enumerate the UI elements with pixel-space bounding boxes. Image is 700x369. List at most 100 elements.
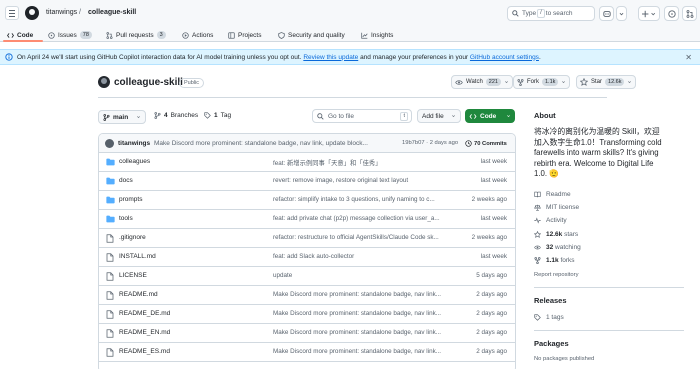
tab-label: Security and quality bbox=[288, 31, 345, 39]
banner-settings-link[interactable]: GitHub account settings bbox=[470, 54, 539, 61]
table-row[interactable]: colleagues feat: 新增示例同事「天意」和「佳秀」 last week bbox=[99, 153, 515, 172]
sidebar-divider bbox=[534, 330, 684, 331]
watch-button[interactable]: Watch 221 bbox=[451, 75, 513, 89]
menu-button[interactable] bbox=[5, 6, 19, 20]
file-commit-message[interactable]: update bbox=[273, 272, 451, 279]
tab-projects[interactable]: Projects bbox=[228, 29, 261, 41]
file-commit-message[interactable]: feat: add private chat (p2p) message col… bbox=[273, 215, 451, 222]
close-icon[interactable]: ✕ bbox=[685, 53, 692, 62]
file-commit-message[interactable]: Make Discord more prominent: standalone … bbox=[273, 329, 451, 336]
code-button[interactable]: Code bbox=[465, 109, 515, 123]
tab-insights[interactable]: Insights bbox=[361, 29, 393, 41]
stars-link[interactable]: 12.6k stars bbox=[534, 231, 578, 238]
license-link[interactable]: MIT license bbox=[534, 204, 579, 211]
go-to-file-input[interactable]: Go to file t bbox=[312, 109, 412, 123]
banner-text-end: . bbox=[538, 53, 541, 61]
pull-requests-button[interactable] bbox=[682, 6, 697, 21]
file-commit-message[interactable]: Make Discord more prominent: standalone … bbox=[273, 291, 451, 298]
issue-icon bbox=[48, 31, 55, 39]
table-row[interactable]: docs revert: remove image, restore origin… bbox=[99, 172, 515, 191]
file-icon bbox=[106, 253, 114, 262]
repo-title[interactable]: colleague-skill bbox=[114, 77, 183, 88]
forks-link[interactable]: 1.1k forks bbox=[534, 257, 575, 264]
search-input[interactable]: Type / to search bbox=[507, 6, 595, 21]
file-commit-message[interactable]: Make Discord more prominent: standalone … bbox=[273, 310, 451, 317]
breadcrumb-owner[interactable]: titanwings bbox=[46, 9, 77, 16]
table-row[interactable]: .gitignore refactor: restructure to offic… bbox=[99, 229, 515, 248]
file-commit-message[interactable]: refactor: simplify intake to 3 questions… bbox=[273, 196, 451, 203]
commits-link[interactable]: 70 Commits bbox=[465, 140, 507, 147]
chevron-down-icon bbox=[507, 115, 510, 118]
watchers-link[interactable]: 32 watching bbox=[534, 244, 581, 251]
table-row[interactable]: README.md Make Discord more prominent: st… bbox=[99, 286, 515, 305]
releases-tags-link[interactable]: 1 tags bbox=[534, 314, 564, 321]
file-name[interactable]: README_EN.md bbox=[119, 329, 170, 336]
table-row[interactable]: INSTALL.md feat: add Slack auto-collector… bbox=[99, 248, 515, 267]
about-heading: About bbox=[534, 111, 556, 120]
table-row[interactable]: tools feat: add private chat (p2p) messag… bbox=[99, 210, 515, 229]
report-repository-link[interactable]: Report repository bbox=[534, 272, 578, 278]
activity-link[interactable]: Activity bbox=[534, 217, 567, 224]
table-row[interactable]: README_EN.md Make Discord more prominent:… bbox=[99, 324, 515, 343]
file-name[interactable]: README_ES.md bbox=[119, 348, 170, 355]
file-commit-message[interactable]: refactor: restructure to official AgentS… bbox=[273, 234, 451, 241]
tags-label: Tag bbox=[220, 112, 232, 119]
file-commit-message[interactable]: revert: remove image, restore original t… bbox=[273, 177, 451, 184]
tab-pull-requests[interactable]: Pull requests 3 bbox=[106, 29, 166, 41]
branch-select[interactable]: main bbox=[98, 110, 146, 124]
table-row[interactable]: README_DE.md Make Discord more prominent:… bbox=[99, 305, 515, 324]
banner-review-link[interactable]: Review this update bbox=[303, 54, 358, 61]
table-row[interactable]: LICENSE update 5 days ago bbox=[99, 267, 515, 286]
commit-author-avatar[interactable] bbox=[105, 139, 114, 148]
file-name[interactable]: .gitignore bbox=[119, 234, 146, 241]
create-new-button[interactable] bbox=[638, 6, 660, 21]
commit-hash-date[interactable]: 19b7b07 · 2 days ago bbox=[402, 140, 458, 146]
github-logo-icon[interactable] bbox=[25, 6, 39, 20]
file-name[interactable]: README.md bbox=[119, 291, 158, 298]
file-name[interactable]: docs bbox=[119, 177, 133, 184]
readme-link[interactable]: Readme bbox=[534, 191, 571, 198]
file-name[interactable]: LICENSE bbox=[119, 272, 147, 279]
file-name[interactable]: tools bbox=[119, 215, 133, 222]
folder-icon bbox=[106, 177, 115, 187]
tab-label: Code bbox=[17, 31, 34, 39]
file-name[interactable]: README_DE.md bbox=[119, 310, 170, 317]
file-name[interactable]: INSTALL.md bbox=[119, 253, 156, 260]
commit-message[interactable]: Make Discord more prominent: standalone … bbox=[154, 140, 384, 147]
breadcrumb-repo[interactable]: colleague-skill bbox=[88, 9, 136, 16]
code-button-label: Code bbox=[480, 112, 497, 120]
add-file-button[interactable]: Add file bbox=[417, 109, 461, 123]
tab-security[interactable]: Security and quality bbox=[278, 29, 345, 41]
tab-issues[interactable]: Issues 78 bbox=[48, 29, 92, 41]
file-name[interactable]: colleagues bbox=[119, 158, 150, 165]
tags-link[interactable]: 1 Tag bbox=[204, 112, 231, 119]
copilot-button[interactable] bbox=[599, 6, 614, 21]
global-header: titanwings / colleague-skill Type / to s… bbox=[0, 0, 700, 26]
file-date: last week bbox=[480, 177, 507, 184]
releases-heading[interactable]: Releases bbox=[534, 296, 567, 305]
file-date: 2 days ago bbox=[476, 348, 507, 355]
branches-link[interactable]: 4 Branches bbox=[154, 112, 198, 119]
table-row[interactable]: README_ES.md Make Discord more prominent:… bbox=[99, 343, 515, 362]
owner-avatar[interactable] bbox=[98, 76, 110, 88]
hamburger-line bbox=[9, 16, 15, 17]
active-tab-indicator bbox=[3, 40, 43, 42]
star-button[interactable]: Star 12.6k bbox=[576, 75, 637, 89]
table-row[interactable]: prompts refactor: simplify intake to 3 qu… bbox=[99, 191, 515, 210]
file-commit-message[interactable]: Make Discord more prominent: standalone … bbox=[273, 348, 451, 355]
issues-button[interactable] bbox=[664, 6, 679, 21]
git-pull-request-icon bbox=[686, 10, 694, 18]
folder-icon bbox=[106, 196, 115, 206]
packages-empty-text: No packages published bbox=[534, 356, 595, 362]
file-date: 2 weeks ago bbox=[471, 196, 507, 203]
file-name[interactable]: prompts bbox=[119, 196, 142, 203]
tag-icon bbox=[204, 112, 211, 119]
packages-heading[interactable]: Packages bbox=[534, 339, 569, 348]
file-commit-message[interactable]: feat: add Slack auto-collector bbox=[273, 253, 451, 260]
copilot-dropdown-button[interactable] bbox=[616, 6, 627, 21]
forks-label: forks bbox=[560, 257, 575, 264]
commit-author[interactable]: titanwings bbox=[118, 140, 150, 147]
fork-button[interactable]: Fork 1.1k bbox=[513, 75, 571, 89]
file-commit-message[interactable]: feat: 新增示例同事「天意」和「佳秀」 bbox=[273, 158, 451, 167]
tab-actions[interactable]: Actions bbox=[182, 29, 213, 41]
